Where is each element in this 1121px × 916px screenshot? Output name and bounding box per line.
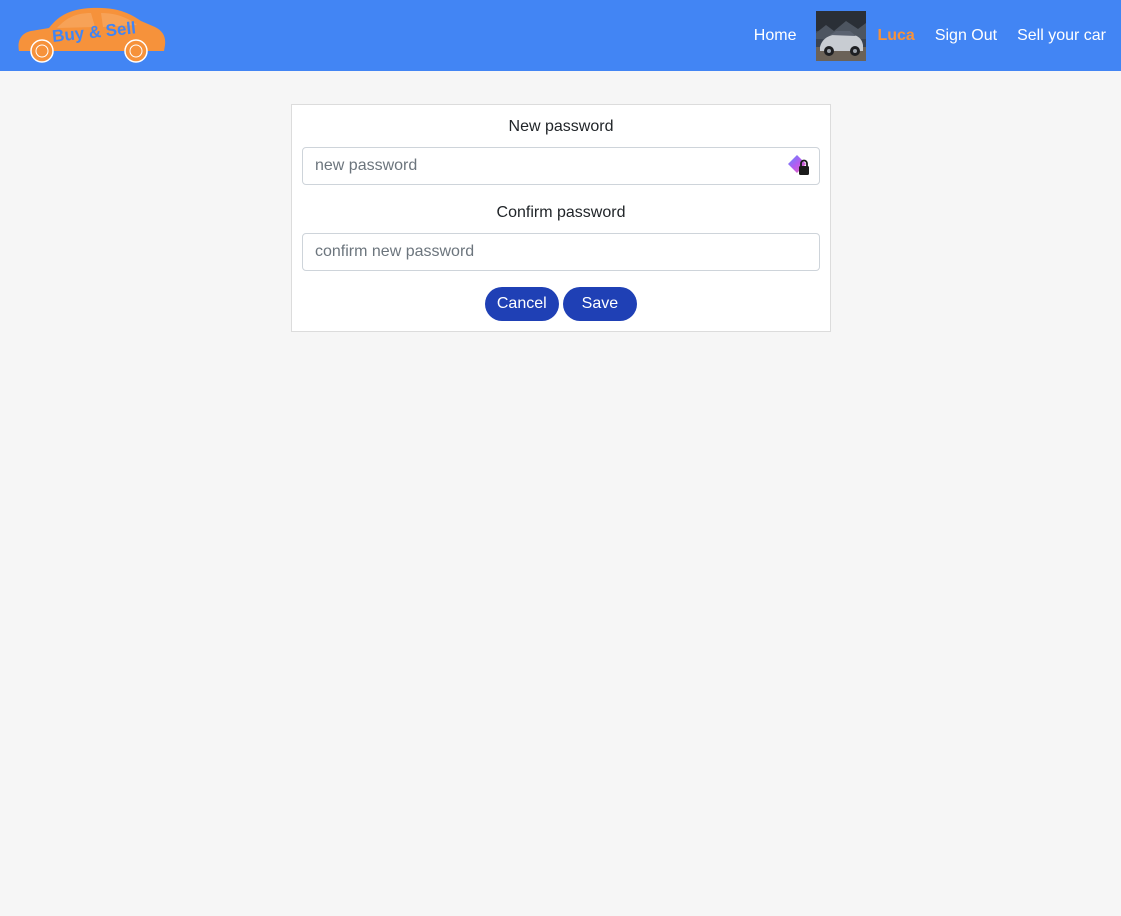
change-password-form: New password Confirm password Cancel Sav… — [291, 104, 831, 332]
nav-sign-out-link[interactable]: Sign Out — [935, 27, 997, 45]
confirm-password-field-wrap — [302, 233, 820, 271]
confirm-password-input[interactable] — [302, 233, 820, 271]
nav-sell-car-link[interactable]: Sell your car — [1017, 27, 1106, 45]
nav-user-name[interactable]: Luca — [877, 27, 914, 45]
password-manager-icon[interactable] — [786, 154, 812, 178]
user-avatar[interactable] — [816, 10, 867, 61]
confirm-password-label: Confirm password — [496, 204, 626, 221]
form-buttons: Cancel Save — [292, 287, 830, 321]
new-password-label: New password — [508, 118, 614, 135]
buy-and-sell-logo[interactable]: Buy & Sell — [15, 5, 167, 63]
nav-home-link[interactable]: Home — [754, 27, 797, 45]
navbar: Buy & Sell Home Luca Sign Out Sell your … — [0, 0, 1121, 71]
new-password-input[interactable] — [302, 147, 820, 185]
nav-links: Home Luca Sign Out Sell your car — [754, 0, 1106, 71]
save-button[interactable]: Save — [562, 287, 638, 321]
cancel-button[interactable]: Cancel — [484, 287, 559, 321]
new-password-field-wrap — [302, 147, 820, 185]
